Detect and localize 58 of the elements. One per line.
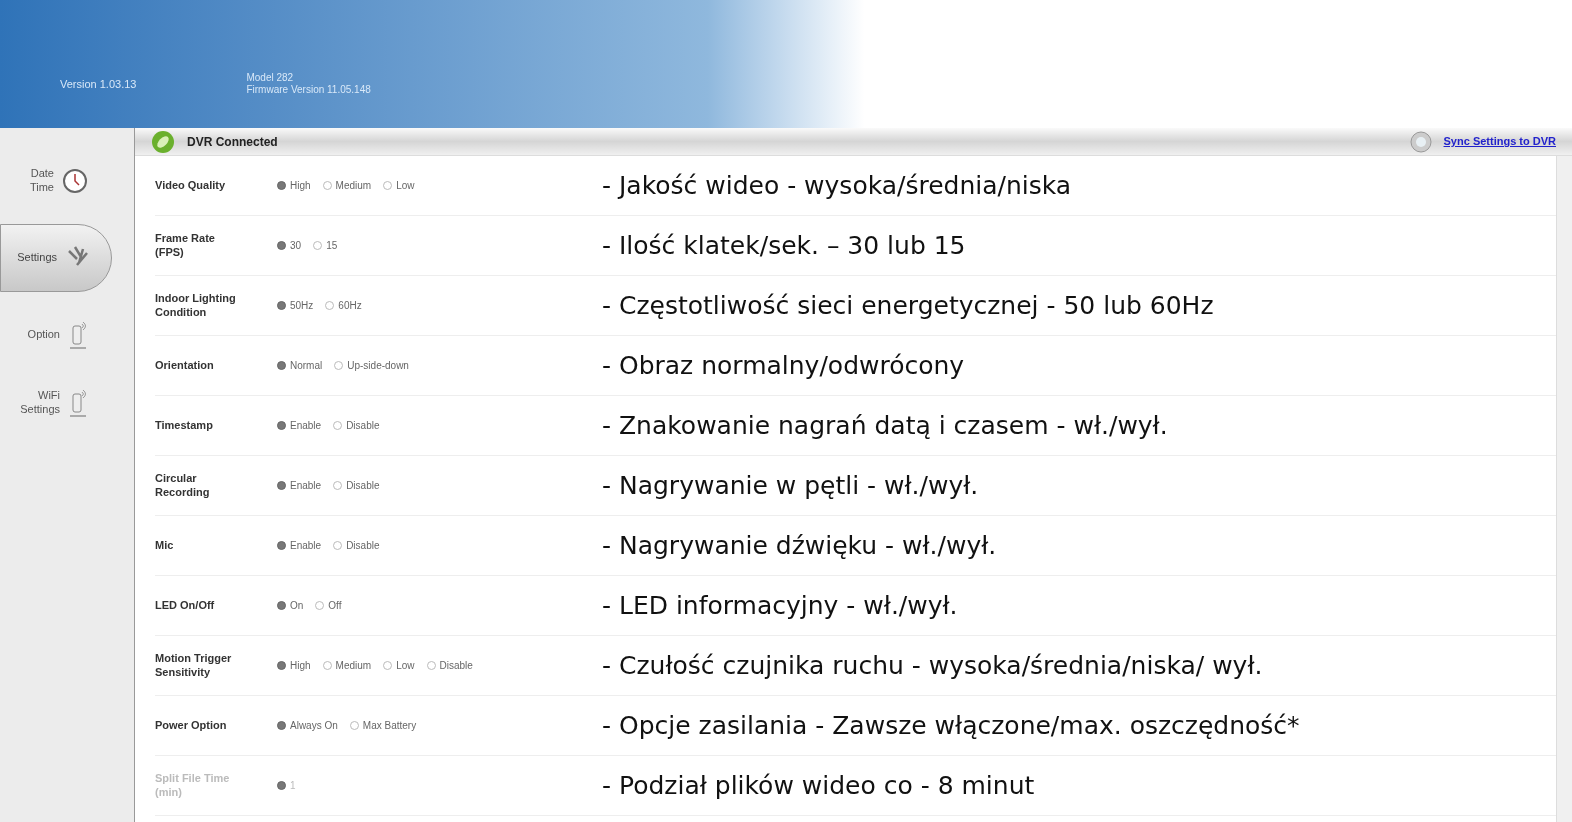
annotation-text: - Opcje zasilania - Zawsze włączone/max. oszczędność* [602, 709, 1300, 742]
setting-label: Orientation [155, 358, 215, 373]
setting-label: Timestamp [155, 418, 214, 433]
device-icon [68, 388, 88, 418]
radio-option[interactable]: 30 [277, 238, 302, 253]
radio-option[interactable]: Medium [322, 658, 372, 673]
firmware-text: Firmware Version 11.05.148 [246, 84, 371, 97]
setting-label: Split File Time (min) [155, 771, 231, 800]
radio-option[interactable]: Low [383, 178, 415, 193]
annotation-text: - Znakowanie nagrań datą i czasem - wł./wył. [602, 409, 1168, 442]
status-text: DVR Connected [187, 133, 278, 151]
sidebar-item[interactable]: Date Time [0, 156, 112, 206]
setting-label: Power Option [155, 718, 228, 733]
sync-icon [1409, 130, 1432, 153]
sidebar-item[interactable]: Option [0, 310, 112, 360]
radio-option[interactable]: 50Hz [277, 298, 314, 313]
annotation-text: - Nagrywanie dźwięku - wł./wył. [602, 529, 997, 562]
device-icon [68, 320, 88, 350]
radio-option[interactable]: 15 [313, 238, 338, 253]
annotation-text: - Nagrywanie w pętli - wł./wył. [602, 469, 979, 502]
model-text: Model 282 [246, 71, 295, 84]
radio-option[interactable]: Disable [333, 538, 380, 553]
radio-option[interactable]: Max Battery [349, 718, 417, 733]
version-text: Version 1.03.13 [60, 76, 137, 92]
setting-label: LED On/Off [155, 598, 216, 613]
sync-link[interactable]: Sync Settings to DVR [1443, 133, 1556, 150]
radio-option[interactable]: Disable [333, 478, 380, 493]
annotation-text: - LED informacyjny - wł./wył. [602, 589, 958, 622]
setting-label: Video Quality [155, 178, 227, 193]
sidebar-item[interactable]: Settings [0, 224, 112, 292]
radio-option[interactable]: On [277, 598, 304, 613]
annotation-text: - Jakość wideo - wysoka/średnia/niska [602, 169, 1072, 202]
setting-label: Mic [155, 538, 175, 553]
radio-option[interactable]: Medium [322, 178, 372, 193]
setting-label: Indoor Lighting Condition [155, 291, 237, 320]
radio-option[interactable]: Always On [277, 718, 338, 733]
radio-option[interactable]: Low [383, 658, 415, 673]
annotation-text: - Częstotliwość sieci energetycznej - 50 lub 60Hz [602, 289, 1214, 322]
radio-option[interactable]: Enable [277, 478, 322, 493]
radio-option[interactable]: Disable [333, 418, 380, 433]
radio-option[interactable]: High [277, 178, 311, 193]
radio-option[interactable]: Up-side-down [334, 358, 409, 373]
annotation-text: - Obraz normalny/odwrócony [602, 349, 965, 382]
radio-option[interactable]: Off [315, 598, 342, 613]
radio-option[interactable]: Enable [277, 418, 322, 433]
radio-option[interactable]: Enable [277, 538, 322, 553]
setting-label: Motion Trigger Sensitivity [155, 651, 233, 680]
sidebar-item[interactable]: WiFi Settings [0, 378, 112, 428]
annotation-text: - Podział plików wideo co - 8 minut [602, 769, 1035, 802]
setting-label: Circular Recording [155, 471, 211, 500]
setting-label: Frame Rate (FPS) [155, 231, 216, 260]
annotation-text: - Czułość czujnika ruchu - wysoka/średnia/niska/ wył. [602, 649, 1263, 682]
radio-option[interactable]: High [277, 658, 311, 673]
radio-option[interactable]: Disable [426, 658, 473, 673]
radio-option[interactable]: 60Hz [325, 298, 362, 313]
radio-option[interactable]: Normal [277, 358, 323, 373]
annotation-text: - Ilość klatek/sek. – 30 lub 15 [602, 229, 966, 262]
clock-icon [62, 168, 88, 194]
